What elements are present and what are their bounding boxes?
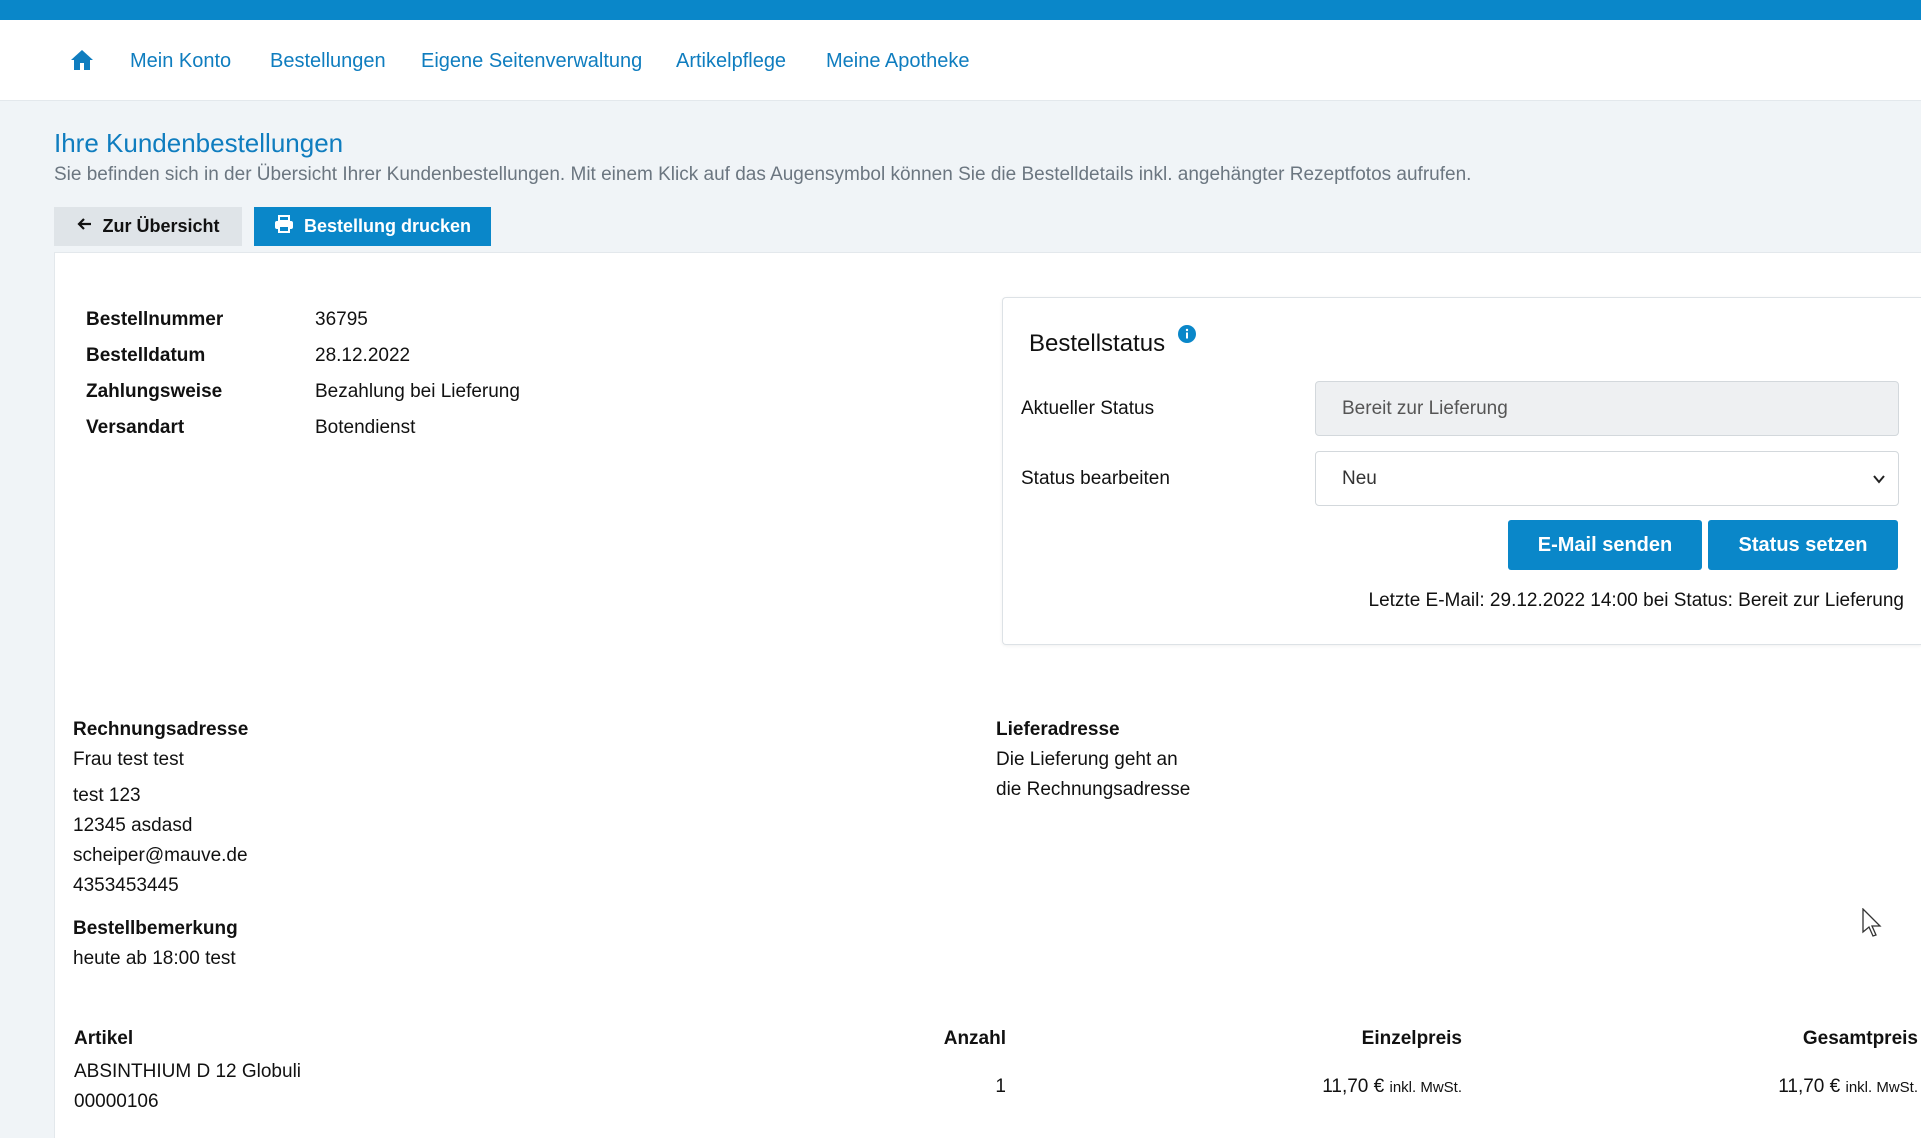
billing-street: test 123 [73, 785, 141, 806]
column-header-quantity: Anzahl [943, 1028, 1006, 1049]
column-header-total-price: Gesamtpreis [1802, 1028, 1918, 1049]
item-unit-price: 11,70 € inkl. MwSt. [1322, 1076, 1462, 1098]
main-navigation: Mein Konto Bestellungen Eigene Seitenver… [0, 20, 1921, 101]
current-status-value: Bereit zur Lieferung [1342, 397, 1508, 419]
status-panel-title: Bestellstatus [1029, 330, 1166, 357]
page-title: Ihre Kundenbestellungen [54, 128, 344, 158]
order-note-text: heute ab 18:00 test [73, 948, 236, 969]
item-quantity: 1 [995, 1076, 1006, 1097]
billing-phone: 4353453445 [73, 875, 179, 896]
last-email-info: Letzte E-Mail: 29.12.2022 14:00 bei Stat… [1368, 590, 1905, 611]
item-pzn: 00000106 [74, 1091, 159, 1112]
nav-item-artikelpflege[interactable]: Artikelpflege [676, 50, 786, 73]
payment-method-value: Bezahlung bei Lieferung [315, 381, 520, 402]
billing-city: 12345 asdasd [73, 815, 193, 836]
order-number-label: Bestellnummer [86, 309, 224, 330]
nav-item-meine-apotheke[interactable]: Meine Apotheke [826, 50, 969, 73]
nav-item-bestellungen[interactable]: Bestellungen [270, 50, 386, 73]
payment-method-label: Zahlungsweise [86, 381, 223, 402]
chevron-down-icon [1872, 470, 1886, 484]
status-select-value: Neu [1342, 467, 1377, 489]
billing-address-heading: Rechnungsadresse [73, 719, 249, 740]
back-button-label: Zur Übersicht [102, 216, 220, 236]
print-button-label: Bestellung drucken [303, 216, 472, 236]
back-to-overview-button[interactable]: Zur Übersicht [54, 207, 242, 246]
top-accent-bar [0, 0, 1921, 20]
send-email-button[interactable]: E-Mail senden [1508, 520, 1702, 570]
shipping-method-value: Botendienst [315, 417, 416, 438]
item-unit-tax-note: inkl. MwSt. [1389, 1079, 1462, 1096]
current-status-label: Aktueller Status [1021, 398, 1155, 419]
info-icon[interactable] [1178, 325, 1196, 343]
billing-email: scheiper@mauve.de [73, 845, 248, 866]
print-order-button[interactable]: Bestellung drucken [254, 207, 491, 246]
column-header-article: Artikel [74, 1028, 134, 1049]
shipping-method-label: Versandart [86, 417, 185, 438]
current-status-field: Bereit zur Lieferung [1315, 381, 1899, 436]
status-select[interactable]: Neu [1315, 451, 1899, 506]
delivery-line-1: Die Lieferung geht an [996, 749, 1178, 770]
billing-name: Frau test test [73, 749, 184, 770]
mouse-cursor-icon [1862, 907, 1882, 938]
item-total-price: 11,70 € inkl. MwSt. [1778, 1076, 1918, 1098]
item-total-price-value: 11,70 € [1778, 1076, 1841, 1097]
order-number-value: 36795 [315, 309, 368, 330]
delivery-address-heading: Lieferadresse [996, 719, 1120, 740]
page-subtitle: Sie befinden sich in der Übersicht Ihrer… [54, 164, 1472, 185]
item-name: ABSINTHIUM D 12 Globuli [74, 1061, 302, 1082]
nav-item-mein-konto[interactable]: Mein Konto [130, 50, 231, 73]
order-date-value: 28.12.2022 [315, 345, 411, 366]
printer-icon [274, 215, 294, 238]
delivery-line-2: die Rechnungsadresse [996, 779, 1191, 800]
order-date-label: Bestelldatum [86, 345, 206, 366]
edit-status-label: Status bearbeiten [1021, 468, 1170, 489]
home-icon[interactable] [70, 48, 94, 72]
order-note-heading: Bestellbemerkung [73, 918, 238, 939]
order-status-panel: Bestellstatus Aktueller Status Bereit zu… [1002, 297, 1921, 645]
item-unit-price-value: 11,70 € [1322, 1076, 1385, 1097]
item-total-tax-note: inkl. MwSt. [1845, 1079, 1918, 1096]
arrow-left-icon [76, 216, 92, 237]
set-status-button[interactable]: Status setzen [1708, 520, 1898, 570]
column-header-unit-price: Einzelpreis [1361, 1028, 1462, 1049]
nav-item-seitenverwaltung[interactable]: Eigene Seitenverwaltung [421, 50, 642, 73]
